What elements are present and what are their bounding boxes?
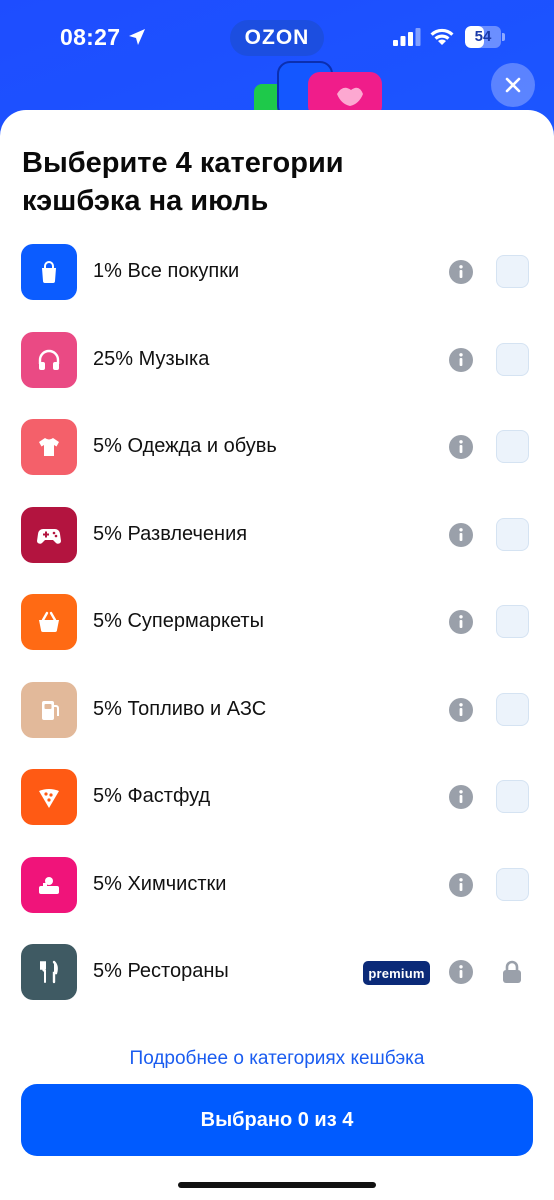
cashback-info-link[interactable]: Подробнее о категориях кешбэка [0,1048,554,1070]
gamepad-icon [21,506,77,563]
info-icon[interactable] [449,347,473,372]
category-checkbox[interactable] [496,867,529,901]
category-row[interactable]: 25% Музыка [0,331,554,419]
category-row: 5% Рестораны premium [0,943,554,1031]
category-label: 5% Фастфуд [93,785,211,807]
location-arrow-icon [129,29,145,45]
battery-icon: 54 [465,26,505,48]
category-list: 1% Все покупки 25% Музыка 5% Одежда и об… [0,243,554,1031]
info-icon[interactable] [449,785,473,809]
category-label: 5% Химчистки [93,872,227,895]
category-checkbox[interactable] [496,605,529,638]
sheet-title: Выберите 4 категории кэшбэка на июль [22,147,344,217]
wifi-icon [430,28,454,45]
battery-percent: 54 [474,28,492,45]
category-checkbox[interactable] [496,692,529,726]
info-icon[interactable] [449,522,473,547]
category-label: 1% Все покупки [93,260,240,282]
close-icon [505,77,521,93]
ozon-logo: OZON [230,20,324,56]
info-icon[interactable] [449,260,473,284]
premium-badge: premium [363,961,430,985]
info-icon[interactable] [449,610,473,634]
promo-illustration [254,61,382,118]
pizza-icon [21,769,77,825]
category-checkbox[interactable] [496,255,529,288]
selected-count-button[interactable]: Выбрано 0 из 4 [21,1084,533,1156]
category-row[interactable]: 5% Одежда и обувь [0,418,554,506]
category-label: 5% Топливо и АЗС [93,697,267,720]
fork-knife-icon [21,944,77,1000]
lock-icon [503,960,521,983]
fuel-pump-icon [21,681,77,738]
home-indicator [178,1182,376,1188]
category-checkbox[interactable] [496,342,529,376]
dry-cleaning-icon [21,856,77,913]
headphones-icon [21,331,77,388]
category-label: 25% Музыка [93,347,210,370]
category-checkbox[interactable] [496,780,529,813]
info-icon[interactable] [449,697,473,722]
category-checkbox[interactable] [496,430,529,463]
category-checkbox[interactable] [496,517,529,551]
category-row[interactable]: 5% Фастфуд [0,768,554,856]
status-time: 08:27 [60,24,121,50]
category-row[interactable]: 5% Топливо и АЗС [0,681,554,769]
basket-icon [21,594,77,650]
category-label: 5% Супермаркеты [93,610,264,632]
shopping-bag-icon [21,244,77,300]
category-row[interactable]: 5% Супермаркеты [0,593,554,681]
cellular-signal-icon [393,28,421,46]
category-row[interactable]: 5% Химчистки [0,856,554,944]
info-icon[interactable] [449,435,473,459]
close-button[interactable] [491,63,535,107]
info-icon[interactable] [449,960,473,984]
category-label: 5% Рестораны [93,960,229,982]
category-row[interactable]: 5% Развлечения [0,506,554,594]
tshirt-icon [21,419,77,475]
info-icon[interactable] [449,872,473,897]
category-label: 5% Одежда и обувь [93,435,277,457]
category-label: 5% Развлечения [93,522,248,545]
category-row[interactable]: 1% Все покупки [0,243,554,331]
cashback-sheet: Выберите 4 категории кэшбэка на июль 1% … [0,110,554,1200]
